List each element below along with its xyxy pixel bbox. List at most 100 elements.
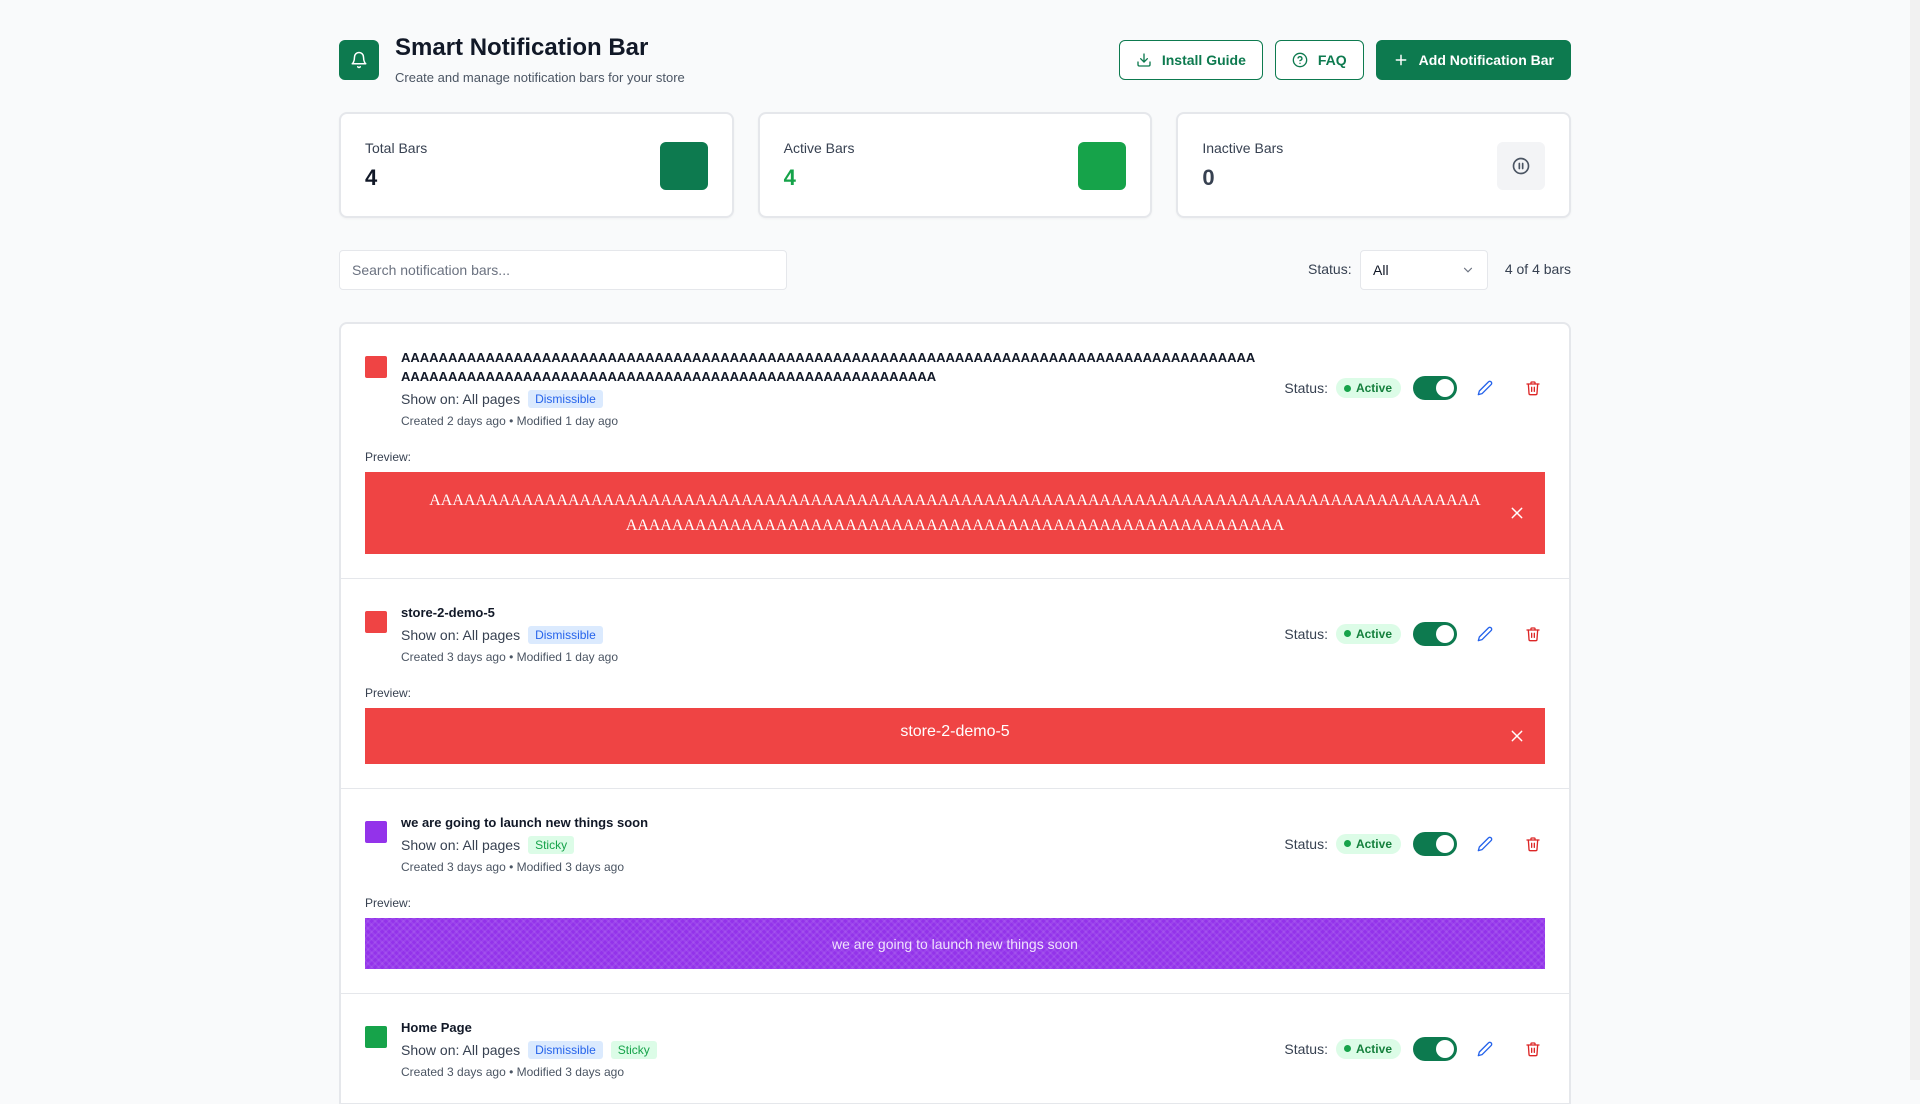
active-bars-value: 4 xyxy=(783,165,796,190)
bar-name: store-2-demo-5 xyxy=(401,605,495,620)
status-filter-label: Status: xyxy=(1308,261,1352,277)
total-bars-label: Total Bars xyxy=(365,140,428,156)
bar-meta: Created 3 days ago • Modified 1 day ago xyxy=(401,650,619,664)
show-on-text: Show on: All pages xyxy=(401,1042,521,1058)
trash-icon xyxy=(1526,1041,1540,1056)
install-guide-button[interactable]: Install Guide xyxy=(1118,40,1263,80)
delete-button[interactable] xyxy=(1521,376,1545,400)
sticky-tag: Sticky xyxy=(528,836,575,854)
status-label: Status: xyxy=(1284,380,1328,396)
trash-icon xyxy=(1526,836,1540,851)
page-scrollbar[interactable] xyxy=(1910,0,1920,1080)
active-bars-card: Active Bars 4 xyxy=(757,112,1153,218)
list-item: store-2-demo-5 Show on: All pages Dismis… xyxy=(341,579,1569,789)
total-bars-value: 4 xyxy=(365,165,378,190)
app-container: Smart Notification Bar Create and manage… xyxy=(339,0,1572,1104)
active-bars-label: Active Bars xyxy=(783,140,855,156)
pencil-icon xyxy=(1477,380,1493,396)
active-bars-icon xyxy=(1078,142,1127,190)
pause-icon xyxy=(1497,142,1546,190)
preview-text: store-2-demo-5 xyxy=(900,723,1010,740)
preview-text: we are going to launch new things soon xyxy=(832,935,1078,952)
status-toggle[interactable] xyxy=(1413,376,1457,400)
close-icon[interactable] xyxy=(1507,726,1527,746)
status-badge: Active xyxy=(1335,833,1401,854)
search-input[interactable] xyxy=(339,250,787,290)
list-item: AAAAAAAAAAAAAAAAAAAAAAAAAAAAAAAAAAAAAAAA… xyxy=(341,324,1569,579)
page-title: Smart Notification Bar xyxy=(395,34,649,61)
bars-count: 4 of 4 bars xyxy=(1504,261,1571,277)
download-icon xyxy=(1137,53,1151,67)
trash-icon xyxy=(1526,381,1540,396)
inactive-bars-label: Inactive Bars xyxy=(1202,140,1284,156)
page-header: Smart Notification Bar Create and manage… xyxy=(339,0,1571,112)
status-badge: Active xyxy=(1335,378,1401,398)
show-on-text: Show on: All pages xyxy=(401,837,521,853)
status-badge: Active xyxy=(1335,623,1401,644)
show-on-text: Show on: All pages xyxy=(401,627,521,643)
bar-preview: AAAAAAAAAAAAAAAAAAAAAAAAAAAAAAAAAAAAAAAA… xyxy=(365,472,1545,554)
status-toggle[interactable] xyxy=(1413,1036,1457,1061)
show-on-text: Show on: All pages xyxy=(401,391,521,407)
bar-name: we are going to launch new things soon xyxy=(401,815,649,830)
pencil-icon xyxy=(1477,1041,1493,1056)
dismissible-tag: Dismissible xyxy=(528,626,603,644)
status-label: Status: xyxy=(1284,625,1328,642)
sticky-tag: Sticky xyxy=(610,1041,657,1059)
inactive-bars-value: 0 xyxy=(1202,165,1215,190)
color-swatch xyxy=(365,821,387,843)
inactive-bars-card: Inactive Bars 0 xyxy=(1176,112,1572,218)
preview-label: Preview: xyxy=(365,896,412,910)
status-toggle[interactable] xyxy=(1413,831,1457,856)
bar-preview: store-2-demo-5 xyxy=(365,708,1545,764)
pencil-icon xyxy=(1477,836,1493,851)
bar-name: AAAAAAAAAAAAAAAAAAAAAAAAAAAAAAAAAAAAAAAA… xyxy=(401,350,1256,384)
bar-meta: Created 3 days ago • Modified 3 days ago xyxy=(401,1065,625,1079)
edit-button[interactable] xyxy=(1473,622,1497,646)
add-notification-bar-button[interactable]: Add Notification Bar xyxy=(1375,40,1571,80)
bell-icon xyxy=(339,40,379,80)
color-swatch xyxy=(365,611,387,633)
status-filter-value: All xyxy=(1373,262,1389,278)
dismissible-tag: Dismissible xyxy=(528,390,603,408)
bar-preview: we are going to launch new things soon xyxy=(365,918,1545,969)
stats-row: Total Bars 4 Active Bars 4 Inactive Bars… xyxy=(339,112,1572,218)
status-badge: Active xyxy=(1335,1038,1401,1059)
edit-button[interactable] xyxy=(1473,376,1497,400)
chevron-down-icon xyxy=(1463,267,1473,273)
plus-icon xyxy=(1395,54,1407,66)
pencil-icon xyxy=(1477,626,1493,641)
edit-button[interactable] xyxy=(1473,832,1497,856)
filter-bar: Status: All 4 of 4 bars xyxy=(339,250,1571,290)
status-filter-select[interactable]: All xyxy=(1360,250,1488,290)
bar-meta: Created 2 days ago • Modified 1 day ago xyxy=(401,414,619,428)
edit-button[interactable] xyxy=(1473,1037,1497,1061)
notification-bar-list: AAAAAAAAAAAAAAAAAAAAAAAAAAAAAAAAAAAAAAAA… xyxy=(339,322,1571,1104)
status-toggle[interactable] xyxy=(1413,621,1457,646)
preview-text: AAAAAAAAAAAAAAAAAAAAAAAAAAAAAAAAAAAAAAAA… xyxy=(429,492,1481,534)
faq-button[interactable]: FAQ xyxy=(1274,40,1364,80)
delete-button[interactable] xyxy=(1521,832,1545,856)
add-notification-bar-label: Add Notification Bar xyxy=(1418,52,1554,68)
total-bars-card: Total Bars 4 xyxy=(339,112,734,218)
list-item: we are going to launch new things soon S… xyxy=(341,789,1569,994)
trash-icon xyxy=(1526,626,1540,641)
help-circle-icon xyxy=(1292,52,1308,68)
bar-meta: Created 3 days ago • Modified 3 days ago xyxy=(401,860,625,874)
list-item: Home Page Show on: All pages Dismissible… xyxy=(341,994,1569,1104)
delete-button[interactable] xyxy=(1521,1037,1545,1061)
bar-name: Home Page xyxy=(401,1020,472,1035)
status-label: Status: xyxy=(1284,1040,1328,1057)
preview-label: Preview: xyxy=(365,450,412,464)
total-bars-icon xyxy=(659,142,708,190)
close-icon[interactable] xyxy=(1507,503,1527,523)
dismissible-tag: Dismissible xyxy=(528,1041,603,1059)
color-swatch xyxy=(365,356,387,378)
status-label: Status: xyxy=(1284,835,1328,852)
faq-label: FAQ xyxy=(1317,52,1347,68)
install-guide-label: Install Guide xyxy=(1161,52,1246,68)
delete-button[interactable] xyxy=(1521,622,1545,646)
preview-label: Preview: xyxy=(365,686,412,700)
page-subtitle: Create and manage notification bars for … xyxy=(395,70,685,85)
color-swatch xyxy=(365,1026,387,1048)
